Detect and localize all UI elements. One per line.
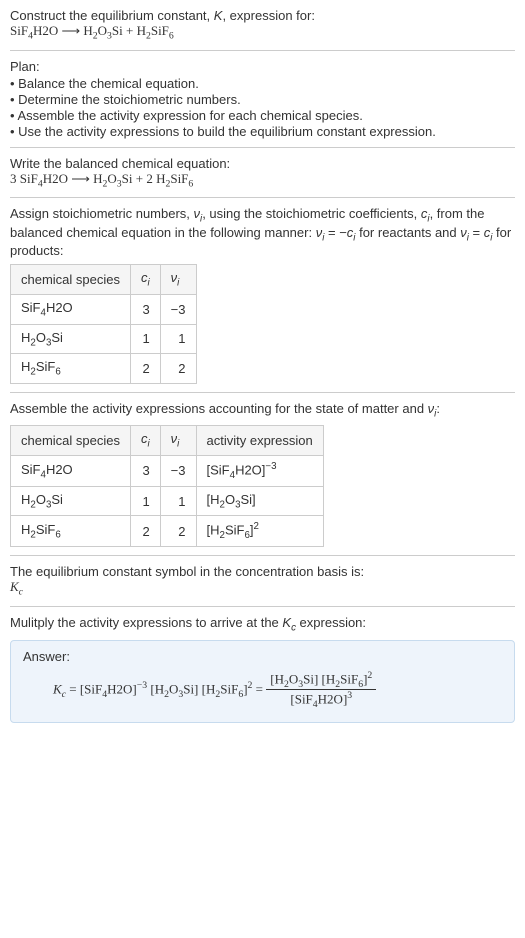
table-row: SiF4H2O 3 −3 [SiF4H2O]−3	[11, 455, 324, 486]
plan-item: • Determine the stoichiometric numbers.	[10, 92, 515, 107]
lhs: SiF4H2O	[10, 23, 58, 38]
numerator: [H2O3Si] [H2SiF6]2	[266, 670, 376, 691]
activity-intro: Assemble the activity expressions accoun…	[10, 401, 515, 420]
col-species: chemical species	[11, 426, 131, 456]
arrow-icon: ⟶	[58, 23, 83, 38]
col-ci: ci	[131, 426, 161, 456]
table-row: H2SiF6 2 2	[11, 354, 197, 384]
question-line-1: Construct the equilibrium constant, K, e…	[10, 8, 515, 23]
question-header: Construct the equilibrium constant, K, e…	[10, 8, 515, 42]
table-row: H2O3Si 1 1	[11, 324, 197, 354]
table-row: H2SiF6 2 2 [H2SiF6]2	[11, 516, 324, 547]
unbalanced-equation: SiF4H2O ⟶ H2O3Si + H2SiF6	[10, 23, 515, 42]
table-header-row: chemical species ci νi	[11, 265, 197, 295]
balanced-section: Write the balanced chemical equation: 3 …	[10, 147, 515, 190]
stoich-section: Assign stoichiometric numbers, νi, using…	[10, 197, 515, 384]
answer-box: Answer: Kc = [SiF4H2O]−3 [H2O3Si] [H2SiF…	[10, 640, 515, 724]
fraction: [H2O3Si] [H2SiF6]2[SiF4H2O]3	[266, 670, 376, 711]
col-nui: νi	[160, 265, 196, 295]
rhs: H2O3Si + H2SiF6	[83, 23, 173, 38]
answer-equation: Kc = [SiF4H2O]−3 [H2O3Si] [H2SiF6]2 = [H…	[23, 670, 502, 711]
table-row: H2O3Si 1 1 [H2O3Si]	[11, 486, 324, 516]
symbol-section: The equilibrium constant symbol in the c…	[10, 555, 515, 598]
plan-item: • Assemble the activity expression for e…	[10, 108, 515, 123]
symbol-intro: The equilibrium constant symbol in the c…	[10, 564, 515, 579]
denominator: [SiF4H2O]3	[266, 690, 376, 710]
table-row: SiF4H2O 3 −3	[11, 294, 197, 324]
symbol-Kc: Kc	[10, 579, 515, 598]
multiply-section: Mulitply the activity expressions to arr…	[10, 606, 515, 723]
balanced-equation: 3 SiF4H2O ⟶ H2O3Si + 2 H2SiF6	[10, 171, 515, 190]
multiply-intro: Mulitply the activity expressions to arr…	[10, 615, 515, 634]
activity-section: Assemble the activity expressions accoun…	[10, 392, 515, 548]
plan-section: Plan: • Balance the chemical equation. •…	[10, 50, 515, 139]
stoich-table: chemical species ci νi SiF4H2O 3 −3 H2O3…	[10, 264, 197, 383]
plan-item: • Use the activity expressions to build …	[10, 124, 515, 139]
col-ci: ci	[131, 265, 161, 295]
col-species: chemical species	[11, 265, 131, 295]
col-nui: νi	[160, 426, 196, 456]
stoich-intro: Assign stoichiometric numbers, νi, using…	[10, 206, 515, 258]
plan-list: • Balance the chemical equation. • Deter…	[10, 76, 515, 139]
answer-label: Answer:	[23, 649, 502, 664]
table-header-row: chemical species ci νi activity expressi…	[11, 426, 324, 456]
col-activity: activity expression	[196, 426, 323, 456]
balanced-title: Write the balanced chemical equation:	[10, 156, 515, 171]
activity-table: chemical species ci νi activity expressi…	[10, 425, 324, 547]
plan-item: • Balance the chemical equation.	[10, 76, 515, 91]
arrow-icon: ⟶	[68, 171, 93, 186]
plan-title: Plan:	[10, 59, 515, 74]
text: Construct the equilibrium constant,	[10, 8, 214, 23]
text: , expression for:	[222, 8, 315, 23]
